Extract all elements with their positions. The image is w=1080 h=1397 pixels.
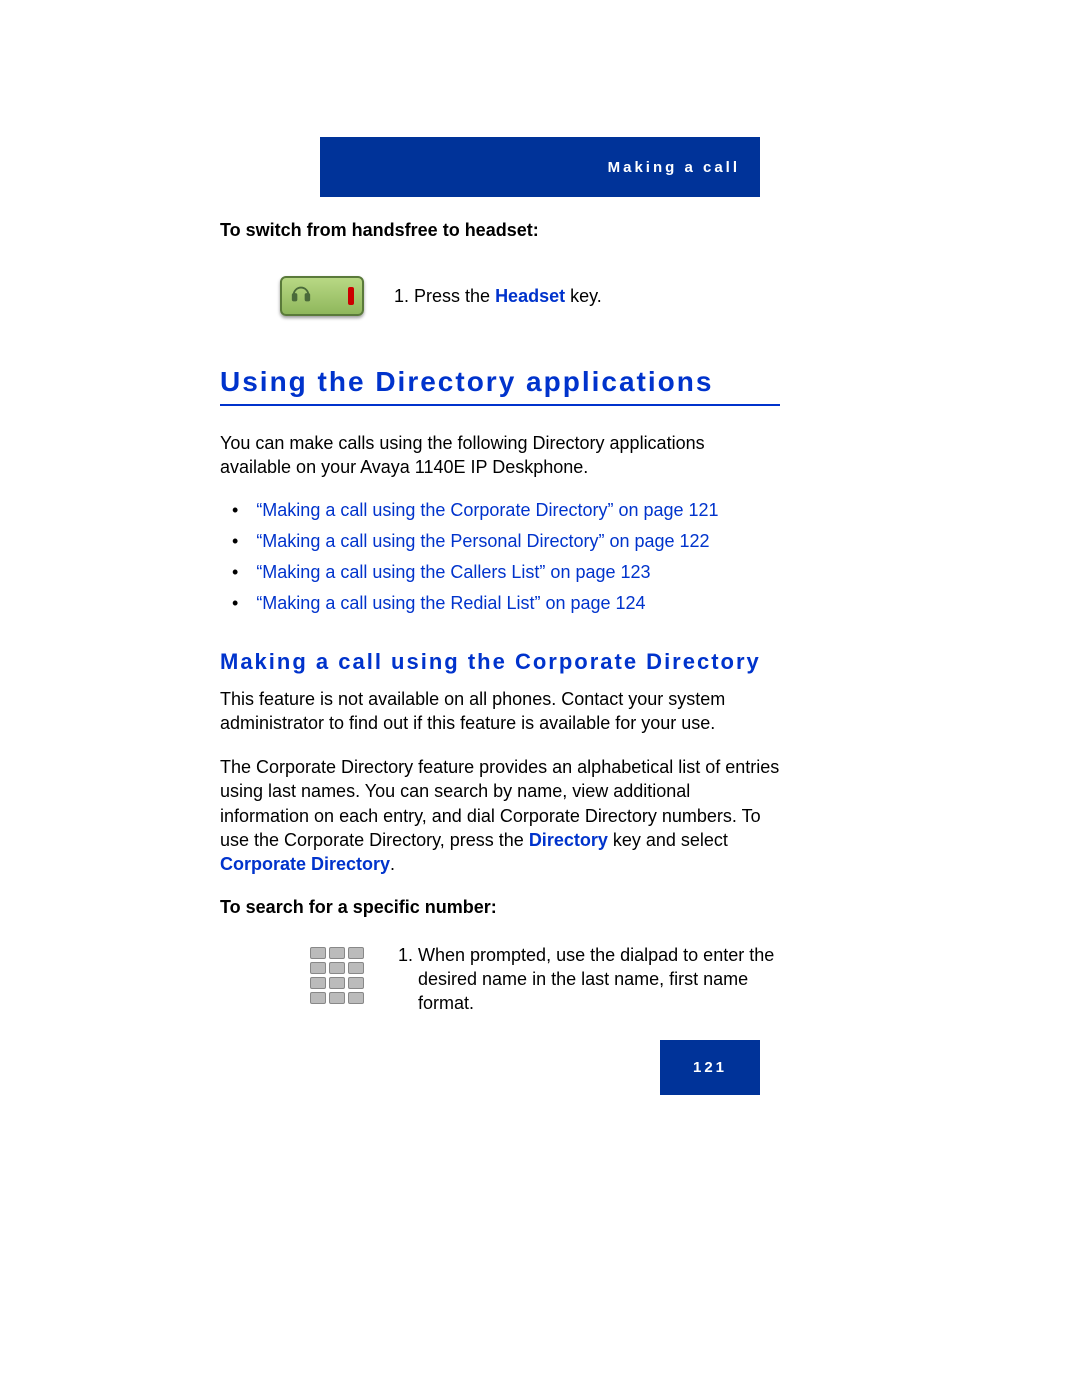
xref-link[interactable]: “Making a call using the Redial List” on… [232, 593, 780, 614]
headset-glyph [290, 283, 312, 310]
document-page: Making a call To switch from handsfree t… [0, 0, 1080, 1397]
step-row: 1. Press the Headset key. [220, 276, 780, 316]
xref-link[interactable]: “Making a call using the Callers List” o… [232, 562, 780, 583]
headset-keyword: Headset [495, 286, 565, 306]
dialpad-step-text: When prompted, use the dialpad to enter … [394, 943, 780, 1016]
xref-list: “Making a call using the Corporate Direc… [220, 500, 780, 614]
subsection-para2: The Corporate Directory feature provides… [220, 755, 780, 876]
subsection-para1: This feature is not available on all pho… [220, 687, 780, 736]
search-heading: To search for a specific number: [220, 897, 780, 918]
step-prefix: 1. Press the [394, 286, 495, 306]
corporate-directory-keyword: Corporate Directory [220, 854, 390, 874]
dialpad-icon [310, 943, 364, 1004]
section-intro: You can make calls using the following D… [220, 431, 780, 480]
page-content: To switch from handsfree to headset: 1. … [220, 220, 780, 1016]
chapter-header: Making a call [320, 137, 760, 197]
xref-link[interactable]: “Making a call using the Corporate Direc… [232, 500, 780, 521]
page-number: 121 [660, 1040, 760, 1095]
led-indicator [348, 287, 354, 305]
step-text: 1. Press the Headset key. [394, 286, 602, 307]
section-heading: Using the Directory applications [220, 366, 780, 406]
directory-keyword: Directory [529, 830, 608, 850]
headset-key-icon [280, 276, 364, 316]
chapter-title: Making a call [608, 159, 740, 176]
step-suffix: key. [565, 286, 602, 306]
dialpad-step-row: When prompted, use the dialpad to enter … [220, 943, 780, 1016]
xref-link[interactable]: “Making a call using the Personal Direct… [232, 531, 780, 552]
dialpad-step-item: When prompted, use the dialpad to enter … [418, 943, 780, 1016]
switch-heading: To switch from handsfree to headset: [220, 220, 780, 241]
subsection-heading: Making a call using the Corporate Direct… [220, 649, 780, 675]
